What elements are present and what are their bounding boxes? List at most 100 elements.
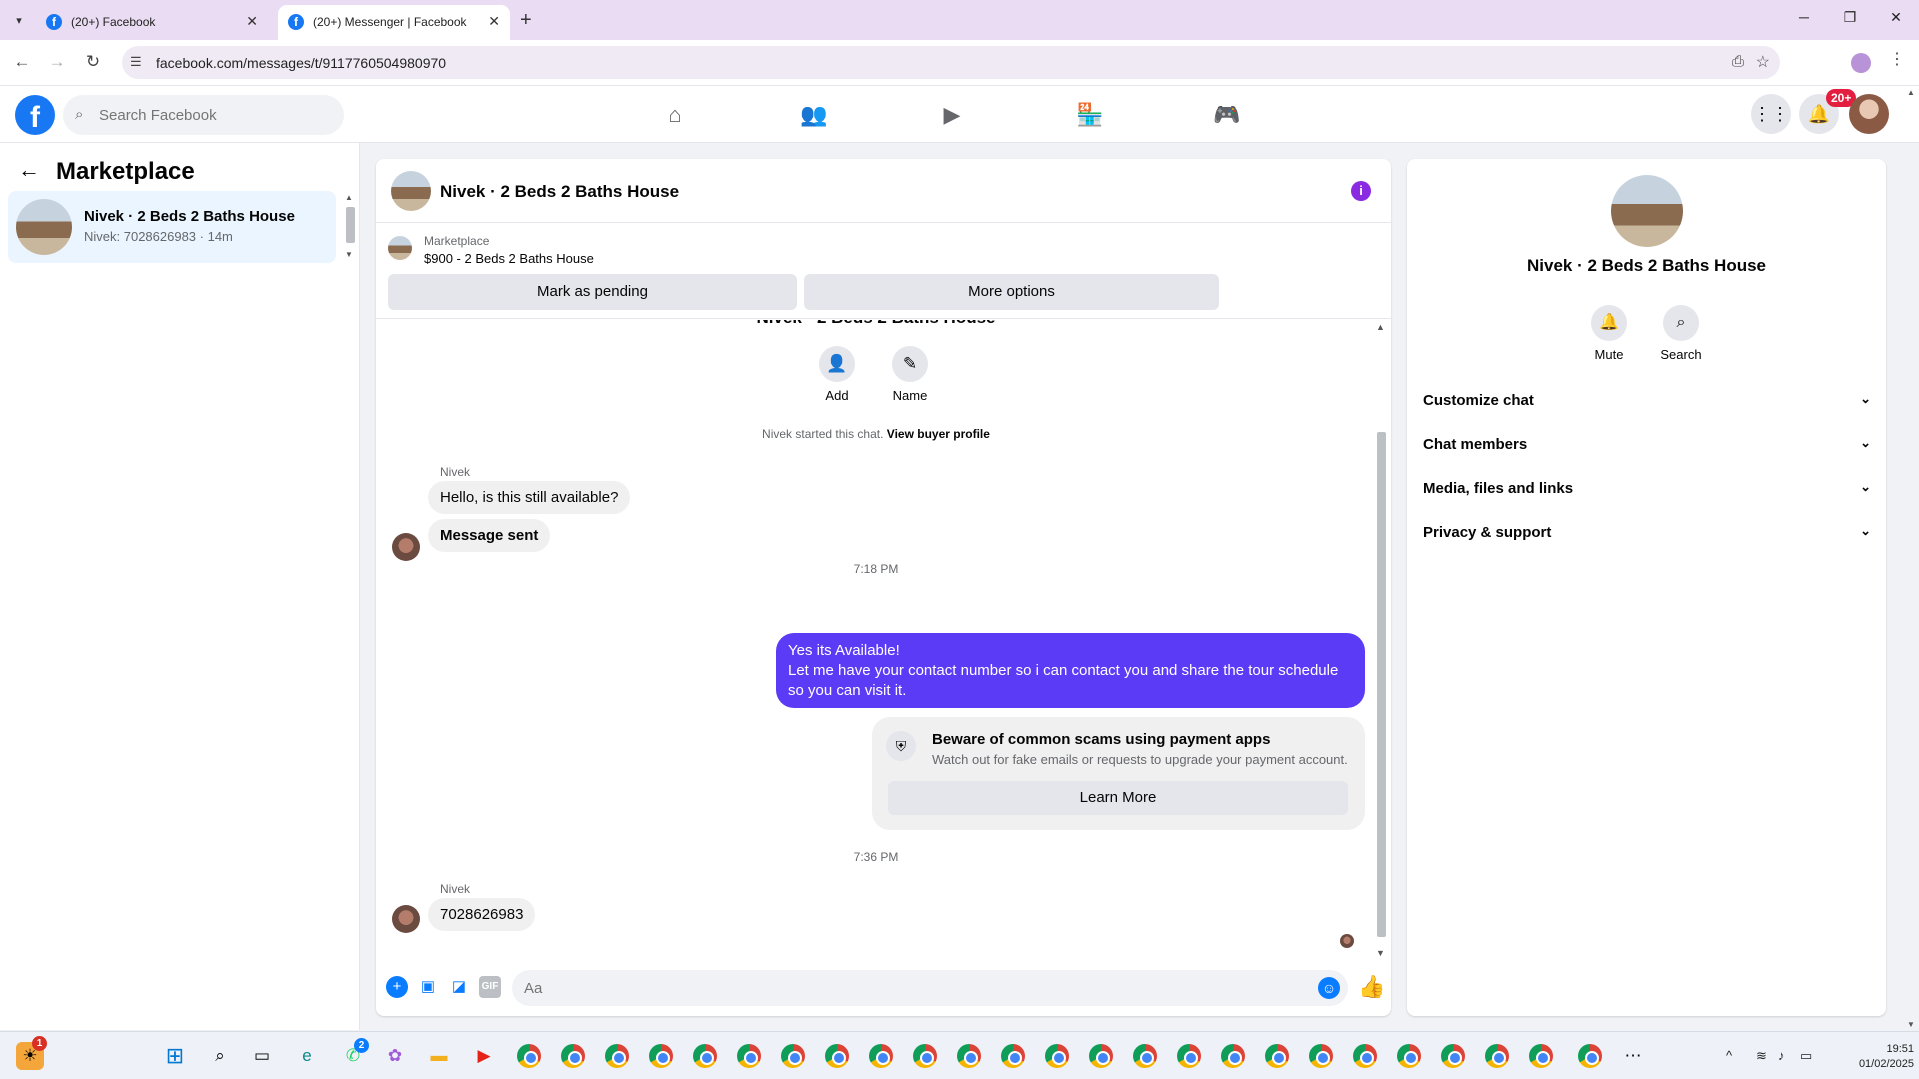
- mark-as-pending-button[interactable]: Mark as pending: [388, 274, 797, 310]
- menu-grid-icon[interactable]: ⋮⋮: [1751, 94, 1791, 134]
- scroll-down-icon[interactable]: ▼: [1907, 1020, 1915, 1029]
- emoji-icon[interactable]: ☺: [1318, 977, 1340, 999]
- close-tab-icon[interactable]: ✕: [488, 13, 500, 30]
- chrome-icon[interactable]: [649, 1044, 673, 1068]
- learn-more-button[interactable]: Learn More: [888, 781, 1348, 815]
- incoming-message[interactable]: Message sent: [428, 519, 551, 552]
- battery-icon[interactable]: ▭: [1800, 1048, 1812, 1064]
- info-avatar[interactable]: [1611, 175, 1683, 247]
- browser-tab-messenger[interactable]: f (20+) Messenger | Facebook ✕: [278, 5, 510, 40]
- chat-title[interactable]: Nivek · 2 Beds 2 Baths House: [440, 182, 679, 202]
- install-app-icon[interactable]: ⎙: [1732, 53, 1744, 70]
- wifi-icon[interactable]: ≋: [1756, 1048, 1767, 1064]
- tab-search-chevron-icon[interactable]: ▾: [8, 10, 30, 32]
- listing-price[interactable]: $900 - 2 Beds 2 Baths House: [424, 251, 594, 266]
- edit-name-icon[interactable]: ✎: [892, 346, 928, 382]
- close-tab-icon[interactable]: ✕: [246, 13, 258, 30]
- sidebar-scrollbar[interactable]: ▲ ▼: [344, 193, 356, 259]
- system-clock[interactable]: 19:51 01/02/2025: [1852, 1042, 1914, 1072]
- bookmark-star-icon[interactable]: ☆: [1756, 52, 1770, 72]
- more-apps-icon[interactable]: ⋯: [1619, 1042, 1647, 1070]
- chrome-icon[interactable]: [869, 1044, 893, 1068]
- chat-members-section[interactable]: Chat members ⌄: [1423, 426, 1871, 462]
- message-input[interactable]: [524, 970, 1304, 1006]
- chrome-icon[interactable]: [825, 1044, 849, 1068]
- volume-icon[interactable]: ♪: [1778, 1048, 1785, 1063]
- page-scrollbar[interactable]: ▲ ▼: [1904, 86, 1918, 1031]
- view-buyer-profile-link[interactable]: View buyer profile: [887, 427, 990, 441]
- sticker-icon[interactable]: ◪: [448, 976, 470, 998]
- chrome-icon[interactable]: [1089, 1044, 1113, 1068]
- facebook-search[interactable]: ⌕: [63, 95, 344, 135]
- video-icon[interactable]: ▶: [935, 98, 969, 132]
- chrome-icon[interactable]: [781, 1044, 805, 1068]
- site-info-icon[interactable]: ☰: [130, 54, 142, 70]
- outgoing-message[interactable]: Yes its Available! Let me have your cont…: [776, 633, 1365, 708]
- incoming-message[interactable]: Hello, is this still available?: [428, 481, 631, 514]
- chrome-icon[interactable]: [737, 1044, 761, 1068]
- chrome-icon[interactable]: [693, 1044, 717, 1068]
- account-avatar[interactable]: [1849, 94, 1889, 134]
- add-person-icon[interactable]: 👤: [819, 346, 855, 382]
- customize-chat-section[interactable]: Customize chat ⌄: [1423, 382, 1871, 418]
- conversation-item[interactable]: Nivek · 2 Beds 2 Baths House Nivek: 7028…: [8, 191, 336, 263]
- chrome-icon[interactable]: [517, 1044, 541, 1068]
- scroll-down-icon[interactable]: ▼: [345, 250, 353, 259]
- scroll-up-icon[interactable]: ▲: [1376, 322, 1385, 332]
- chrome-icon[interactable]: [561, 1044, 585, 1068]
- marketplace-icon[interactable]: 🏪: [1073, 98, 1107, 132]
- photo-icon[interactable]: ▣: [417, 976, 439, 998]
- minimize-icon[interactable]: ─: [1794, 9, 1814, 25]
- search-icon[interactable]: ⌕: [1663, 305, 1699, 341]
- info-icon[interactable]: i: [1351, 181, 1371, 201]
- new-tab-button[interactable]: +: [520, 9, 532, 32]
- browser-tab-facebook[interactable]: f (20+) Facebook ✕: [36, 5, 268, 40]
- listing-thumbnail[interactable]: [388, 236, 412, 260]
- back-arrow-icon[interactable]: ←: [18, 157, 40, 183]
- facebook-search-input[interactable]: [99, 95, 334, 135]
- gaming-icon[interactable]: 🎮: [1210, 98, 1244, 132]
- windows-start-icon[interactable]: ⊞: [161, 1042, 189, 1070]
- media-files-links-section[interactable]: Media, files and links ⌄: [1423, 470, 1871, 506]
- chrome-icon[interactable]: [1001, 1044, 1025, 1068]
- more-options-button[interactable]: More options: [804, 274, 1219, 310]
- sender-avatar[interactable]: [392, 533, 420, 561]
- youtube-icon[interactable]: ▶: [470, 1042, 498, 1070]
- gif-icon[interactable]: GIF: [479, 976, 501, 998]
- chrome-icon[interactable]: [1529, 1044, 1553, 1068]
- file-explorer-icon[interactable]: ▬: [425, 1042, 453, 1070]
- edge-icon[interactable]: e: [293, 1042, 321, 1070]
- friends-icon[interactable]: 👥: [797, 98, 831, 132]
- restore-icon[interactable]: ❐: [1840, 9, 1860, 26]
- chrome-icon[interactable]: [605, 1044, 629, 1068]
- close-window-icon[interactable]: ✕: [1886, 9, 1906, 26]
- scroll-up-icon[interactable]: ▲: [1907, 88, 1915, 97]
- chrome-icon[interactable]: [957, 1044, 981, 1068]
- search-icon[interactable]: ⌕: [206, 1042, 234, 1070]
- chrome-icon[interactable]: [913, 1044, 937, 1068]
- address-bar[interactable]: ☰ facebook.com/messages/t/91177605049809…: [122, 46, 1780, 79]
- back-arrow-icon[interactable]: ←: [9, 49, 35, 75]
- chrome-icon[interactable]: [1441, 1044, 1465, 1068]
- thread-scrollbar[interactable]: ▲ ▼: [1374, 320, 1388, 960]
- scroll-down-icon[interactable]: ▼: [1376, 948, 1385, 958]
- chrome-icon[interactable]: [1221, 1044, 1245, 1068]
- chrome-icon[interactable]: [1578, 1044, 1602, 1068]
- mute-bell-icon[interactable]: 🔔: [1591, 305, 1627, 341]
- chrome-icon[interactable]: [1045, 1044, 1069, 1068]
- message-input-wrapper[interactable]: ☺: [512, 970, 1348, 1006]
- facebook-logo-icon[interactable]: f: [15, 95, 55, 135]
- chrome-icon[interactable]: [1265, 1044, 1289, 1068]
- plus-icon[interactable]: +: [386, 976, 408, 998]
- copilot-icon[interactable]: ✿: [381, 1042, 409, 1070]
- tray-chevron-up-icon[interactable]: ^: [1726, 1048, 1732, 1063]
- thumbs-up-icon[interactable]: 👍: [1358, 974, 1385, 1000]
- chrome-icon[interactable]: [1133, 1044, 1157, 1068]
- reload-icon[interactable]: ↻: [80, 49, 106, 75]
- scrollbar-thumb[interactable]: [346, 207, 355, 243]
- browser-menu-icon[interactable]: ⋮: [1889, 49, 1905, 69]
- scroll-up-icon[interactable]: ▲: [345, 193, 353, 202]
- chrome-icon[interactable]: [1353, 1044, 1377, 1068]
- forward-arrow-icon[interactable]: →: [44, 49, 70, 75]
- chat-avatar[interactable]: [391, 171, 431, 211]
